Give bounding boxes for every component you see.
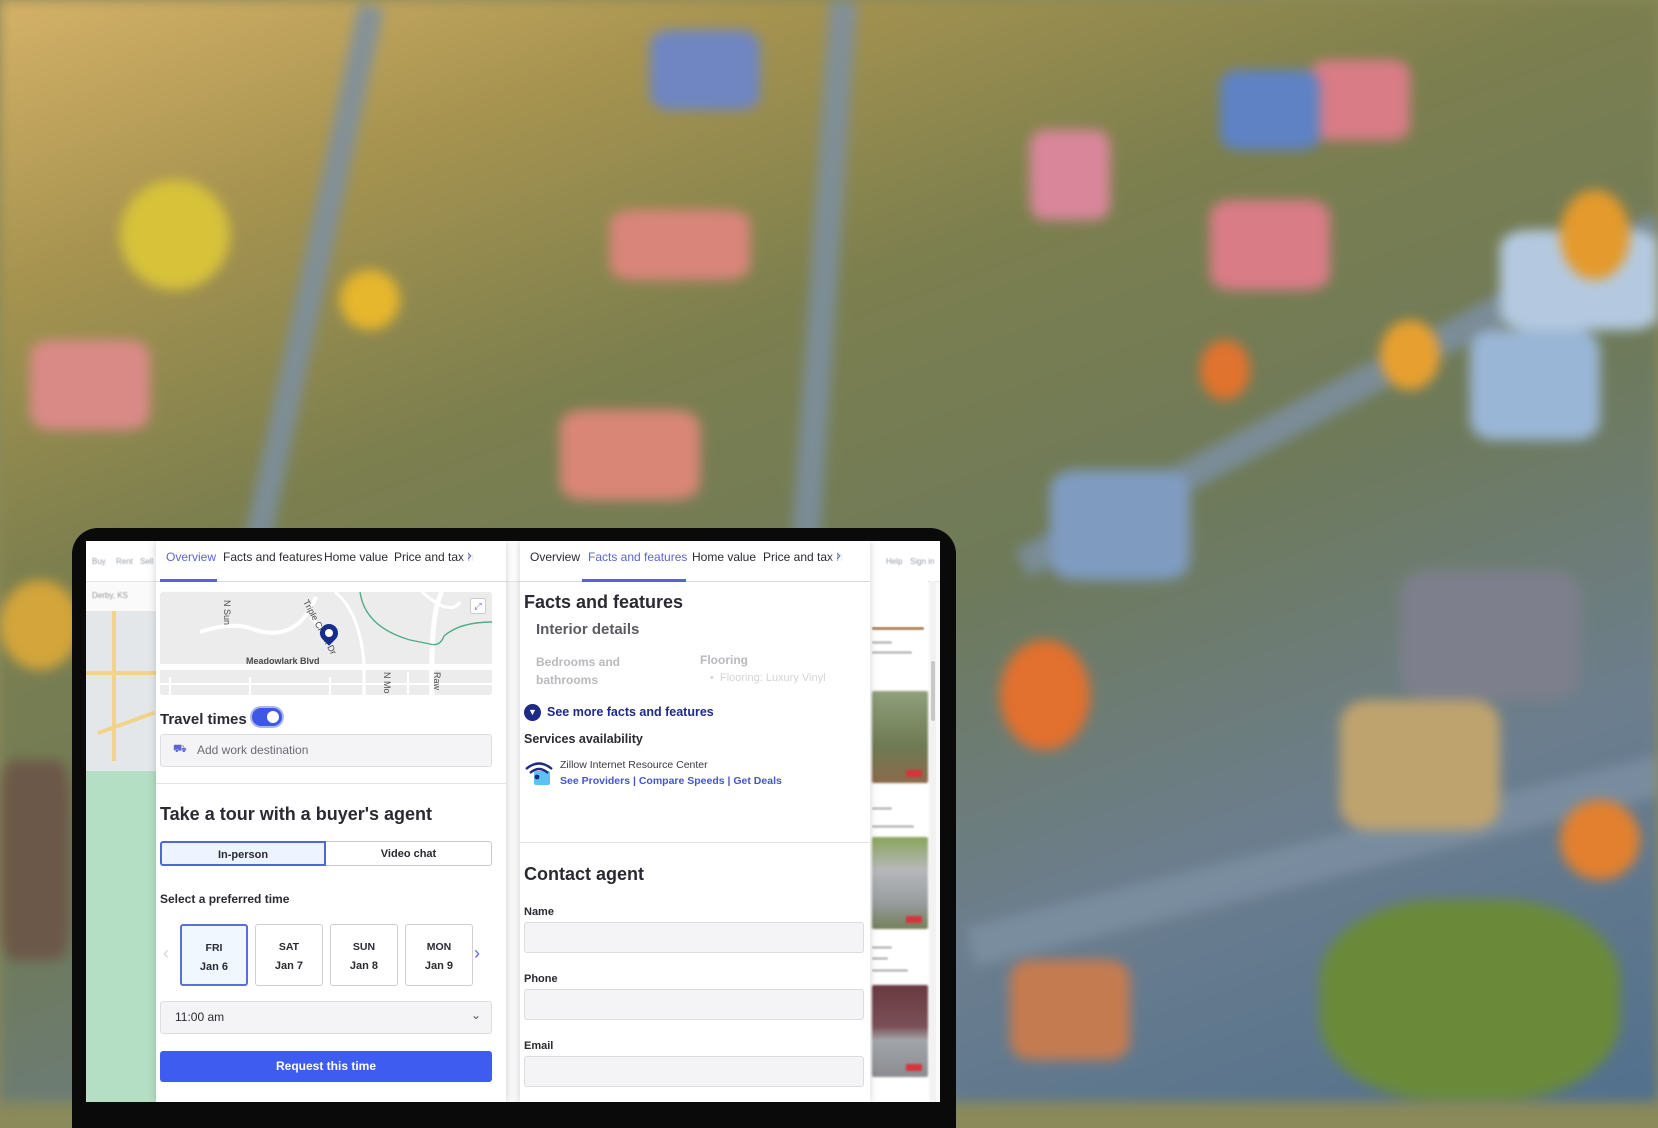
date-option-fri[interactable]: FRI Jan 6 — [180, 924, 248, 986]
tabs-scroll-right-icon[interactable]: › — [836, 547, 841, 564]
scrollbar-thumb[interactable] — [931, 661, 935, 721]
see-more-facts-link[interactable]: ▼ See more facts and features — [524, 704, 714, 721]
interior-details-heading: Interior details — [536, 621, 640, 638]
street-label: Meadowlark Blvd — [246, 656, 320, 666]
tab-overview[interactable]: Overview — [530, 550, 580, 564]
preferred-time-label: Select a preferred time — [160, 892, 290, 906]
search-map[interactable] — [86, 611, 156, 1102]
dates-next-icon[interactable]: › — [474, 943, 480, 964]
street-label: N Mo — [382, 672, 392, 694]
time-select[interactable]: 11:00 am ⌄ — [160, 1001, 492, 1034]
date-day: MON — [426, 941, 452, 953]
tabs-scroll-right-icon[interactable]: › — [467, 547, 472, 564]
scrollbar[interactable] — [930, 581, 936, 1102]
bedrooms-bathrooms-label: Bedrooms and bathrooms — [536, 655, 621, 687]
date-day: SUN — [352, 941, 376, 953]
date-option-sat[interactable]: SAT Jan 7 — [255, 924, 323, 986]
services-heading: Services availability — [524, 732, 643, 746]
request-this-time-button[interactable]: Request this time — [160, 1051, 492, 1082]
time-select-value: 11:00 am — [175, 1010, 225, 1024]
home-detail-panel-facts: Overview Facts and features Home value P… — [520, 541, 870, 1102]
section-tabs: Overview Facts and features Home value P… — [520, 541, 870, 582]
services-links: See Providers | Compare Speeds | Get Dea… — [560, 775, 782, 787]
date-value: Jan 8 — [349, 960, 379, 972]
street-label: Raw — [432, 672, 442, 691]
flooring-label: Flooring — [700, 653, 748, 667]
services-provider: Zillow Internet Resource Center — [560, 759, 708, 771]
car-icon: ⛟ — [173, 743, 187, 755]
section-tabs: Overview Facts and features Home value P… — [156, 541, 506, 582]
tab-facts-and-features[interactable]: Facts and features — [588, 550, 687, 564]
date-option-sun[interactable]: SUN Jan 8 — [330, 924, 398, 986]
active-tab-indicator — [160, 579, 217, 582]
listing-card[interactable] — [872, 837, 928, 929]
video-chat-option[interactable]: Video chat — [326, 841, 492, 866]
phone-label: Phone — [524, 973, 558, 985]
divider — [520, 842, 870, 843]
date-day: FRI — [205, 942, 223, 954]
divider — [156, 783, 506, 784]
see-more-label: See more facts and features — [547, 704, 714, 719]
contact-agent-heading: Contact agent — [524, 864, 645, 884]
name-label: Name — [524, 906, 554, 918]
tab-home-value[interactable]: Home value — [324, 550, 388, 564]
date-day: SAT — [278, 941, 300, 953]
email-field[interactable] — [524, 1056, 864, 1087]
phone-field[interactable] — [524, 989, 864, 1020]
home-detail-panel-overview: Overview Facts and features Home value P… — [156, 541, 506, 1102]
flooring-value: Flooring: Luxury Vinyl — [719, 672, 826, 684]
active-tab-indicator — [582, 579, 686, 582]
tab-home-value[interactable]: Home value — [692, 550, 756, 564]
travel-times-label: Travel times — [160, 711, 247, 728]
date-value: Jan 7 — [274, 960, 304, 972]
date-value: Jan 9 — [424, 960, 454, 972]
chevron-down-icon: ▼ — [524, 704, 541, 721]
chevron-down-icon: ⌄ — [470, 1008, 481, 1022]
street-label: N Sun — [222, 600, 232, 626]
listing-card[interactable] — [872, 691, 928, 783]
property-map[interactable]: N Sun Triple Creek Dr Meadowlark Blvd N … — [160, 592, 492, 695]
compare-speeds-link[interactable]: Compare Speeds — [639, 775, 725, 787]
date-value: Jan 6 — [199, 961, 229, 973]
tab-facts-and-features[interactable]: Facts and features — [223, 550, 322, 564]
get-deals-link[interactable]: Get Deals — [733, 775, 781, 787]
listing-card[interactable] — [872, 985, 928, 1077]
see-providers-link[interactable]: See Providers — [560, 775, 630, 787]
listing-results-column — [870, 581, 928, 1102]
wifi-icon — [525, 762, 553, 785]
travel-times-toggle[interactable] — [252, 708, 282, 726]
dates-prev-icon[interactable]: ‹ — [163, 943, 169, 964]
email-label: Email — [524, 1040, 554, 1052]
tablet-screen: Buy Rent Sell Help Sign in Derby, KS Overvi… — [86, 541, 940, 1102]
expand-map-icon[interactable]: ⤢ — [470, 598, 486, 614]
date-option-mon[interactable]: MON Jan 9 — [405, 924, 473, 986]
in-person-option[interactable]: In-person — [160, 841, 326, 866]
facts-heading: Facts and features — [524, 592, 684, 612]
tab-overview[interactable]: Overview — [166, 550, 216, 564]
name-field[interactable] — [524, 922, 864, 953]
work-destination-placeholder: Add work destination — [197, 743, 309, 757]
tour-heading: Take a tour with a buyer's agent — [160, 804, 433, 824]
work-destination-input[interactable]: ⛟ Add work destination — [160, 734, 492, 767]
flooring-item: • Flooring: Luxury Vinyl — [710, 672, 826, 684]
location-search[interactable]: Derby, KS — [92, 591, 148, 611]
